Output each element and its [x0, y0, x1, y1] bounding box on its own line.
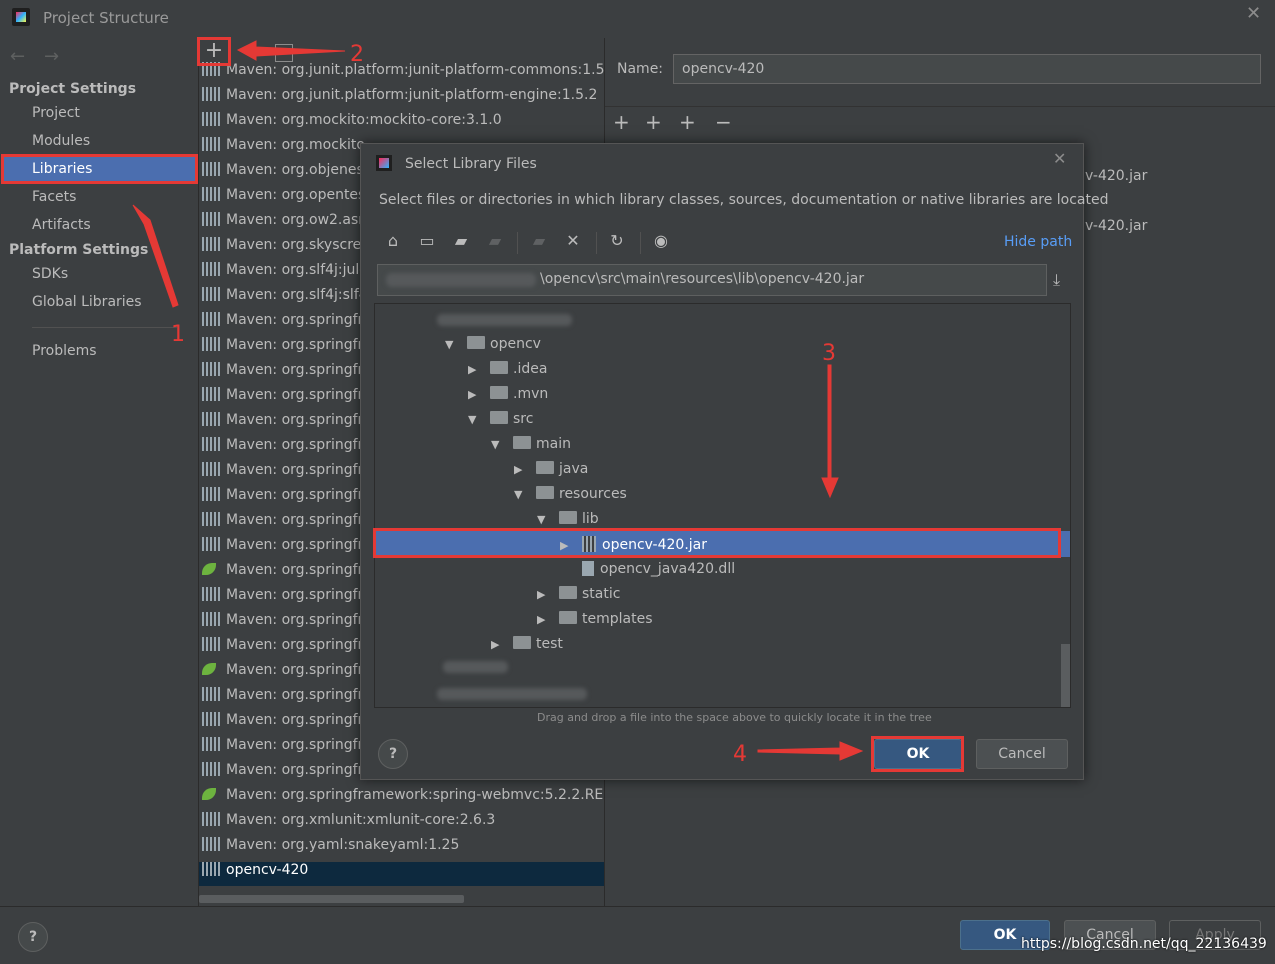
annotation-arrow-3: [821, 364, 839, 499]
annotation-arrow-2: [236, 40, 346, 61]
annotation-number-2: 2: [350, 42, 364, 67]
annotation-arrow-4: [757, 741, 864, 761]
annotation-number-1: 1: [171, 322, 185, 347]
annotation-number-3: 3: [822, 341, 836, 366]
annotation-number-4: 4: [733, 742, 747, 767]
annotation-arrow-1: [132, 204, 179, 308]
annotation-arrows: [132, 40, 864, 761]
